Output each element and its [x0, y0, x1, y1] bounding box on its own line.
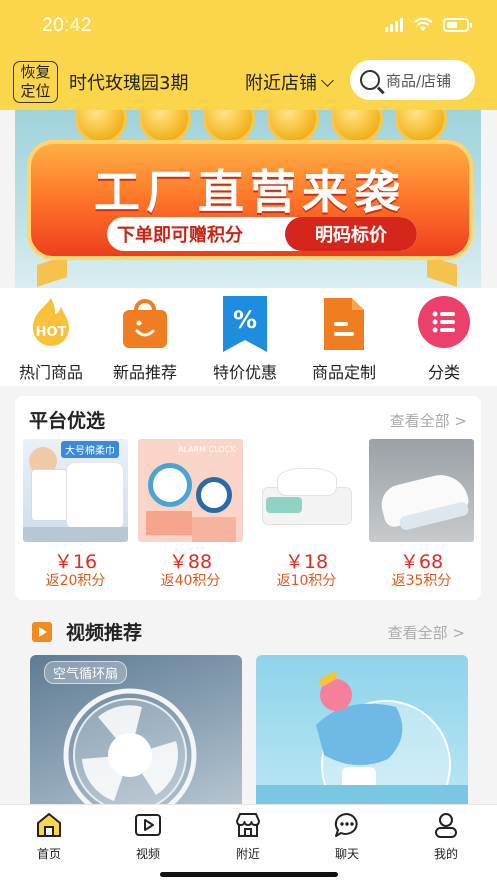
tab-profile[interactable]: 我的 — [416, 811, 476, 862]
restore-line-2: 定位 — [20, 82, 51, 100]
video-icon — [134, 811, 162, 839]
banner-plate: 工厂直营来袭 下单即可赠积分 明码标价 — [27, 140, 473, 260]
product-image: ALARM CLOCK — [138, 439, 243, 542]
status-bar: 20:42 — [0, 0, 497, 54]
video-section-header: 视频推荐 — [32, 618, 142, 645]
nearby-stores-label: 附近店铺 — [245, 73, 317, 94]
product-points: 返20积分 — [45, 573, 106, 589]
category-label: 分类 — [427, 363, 460, 382]
video-card[interactable]: 空气循环扇 — [30, 655, 242, 805]
current-location[interactable]: 时代玫瑰园3期 — [69, 69, 188, 95]
search-icon — [360, 70, 380, 90]
signal-icon — [385, 17, 403, 32]
product-card[interactable]: ￥68 返35积分 — [369, 439, 474, 589]
status-icons — [385, 17, 472, 32]
category-label: 特价优惠 — [212, 363, 277, 382]
header: 恢复 定位 时代玫瑰园3期 附近店铺 商品/店铺 — [0, 54, 497, 110]
tab-home[interactable]: 首页 — [19, 811, 79, 862]
svg-text:%: % — [233, 306, 257, 334]
banner-subtitle-left: 下单即可赠积分 — [117, 225, 243, 246]
nearby-stores-dropdown[interactable]: 附近店铺 — [245, 69, 334, 95]
category-label: 新品推荐 — [112, 363, 177, 382]
see-all-link[interactable]: 查看全部 > — [388, 622, 465, 643]
store-icon — [234, 811, 262, 839]
promo-banner[interactable]: 工厂直营来袭 下单即可赠积分 明码标价 — [15, 110, 481, 288]
tab-video[interactable]: 视频 — [118, 811, 178, 862]
product-image — [369, 439, 474, 542]
wifi-icon — [413, 17, 433, 31]
status-time: 20:42 — [42, 15, 93, 36]
document-icon — [318, 296, 370, 350]
product-price: ￥68 — [399, 551, 444, 573]
category-label: 商品定制 — [311, 363, 376, 382]
banner-title: 工厂直营来袭 — [94, 165, 406, 219]
banner-subtitle-right: 明码标价 — [285, 217, 417, 251]
tab-label: 我的 — [433, 847, 458, 861]
banner-subtitle: 下单即可赠积分 明码标价 — [107, 217, 417, 251]
product-image: 大号棉柔巾 — [23, 439, 128, 542]
percent-tag-icon: % — [219, 296, 271, 352]
product-card[interactable]: ALARM CLOCK ￥88 返40积分 — [138, 439, 243, 589]
search-placeholder: 商品/店铺 — [386, 71, 452, 90]
restore-location-button[interactable]: 恢复 定位 — [13, 61, 58, 103]
product-price: ￥88 — [168, 551, 213, 573]
category-hot[interactable]: HOT 热门商品 — [6, 296, 96, 383]
chat-icon — [333, 811, 361, 839]
tab-nearby[interactable]: 附近 — [218, 811, 278, 862]
product-points: 返40积分 — [160, 573, 221, 589]
video-card[interactable] — [256, 655, 468, 805]
home-icon — [35, 811, 63, 839]
product-card[interactable]: 大号棉柔巾 ￥16 返20积分 — [23, 439, 128, 589]
user-icon — [432, 811, 460, 839]
video-tag: 空气循环扇 — [44, 661, 128, 684]
restore-line-1: 恢复 — [20, 63, 51, 81]
platform-picks-section: 平台优选 查看全部 > 大号棉柔巾 ￥16 返20积分 ALARM CLOCK … — [15, 396, 481, 600]
tab-label: 首页 — [36, 847, 61, 861]
svg-text:HOT: HOT — [36, 325, 67, 340]
product-points: 返35积分 — [391, 573, 452, 589]
category-row: HOT 热门商品 新品推荐 % 特价优惠 商品定制 分类 — [0, 288, 497, 386]
category-discount[interactable]: % 特价优惠 — [200, 296, 290, 383]
category-new[interactable]: 新品推荐 — [100, 296, 190, 383]
hot-icon: HOT — [25, 296, 77, 348]
product-card[interactable]: ￥18 返10积分 — [254, 439, 359, 589]
baby-product-image — [256, 672, 468, 805]
list-icon — [418, 296, 470, 348]
section-title: 平台优选 — [29, 410, 106, 432]
shopping-bag-icon — [119, 296, 171, 348]
product-points: 返10积分 — [276, 573, 337, 589]
search-input[interactable]: 商品/店铺 — [350, 60, 475, 100]
play-icon — [32, 621, 52, 642]
tab-label: 附近 — [235, 847, 260, 861]
chevron-down-icon — [321, 73, 334, 87]
tab-label: 视频 — [135, 847, 160, 861]
battery-icon — [443, 17, 472, 32]
coin-decoration — [75, 110, 447, 144]
category-label: 热门商品 — [18, 363, 83, 382]
product-price: ￥18 — [284, 551, 329, 573]
see-all-link[interactable]: 查看全部 > — [390, 410, 467, 431]
category-all[interactable]: 分类 — [399, 296, 489, 383]
tab-chat[interactable]: 聊天 — [317, 811, 377, 862]
product-image — [254, 439, 359, 542]
category-custom[interactable]: 商品定制 — [299, 296, 389, 383]
product-price: ￥16 — [53, 551, 98, 573]
home-indicator — [160, 872, 338, 877]
tab-label: 聊天 — [334, 847, 359, 861]
section-title: 视频推荐 — [66, 622, 143, 644]
